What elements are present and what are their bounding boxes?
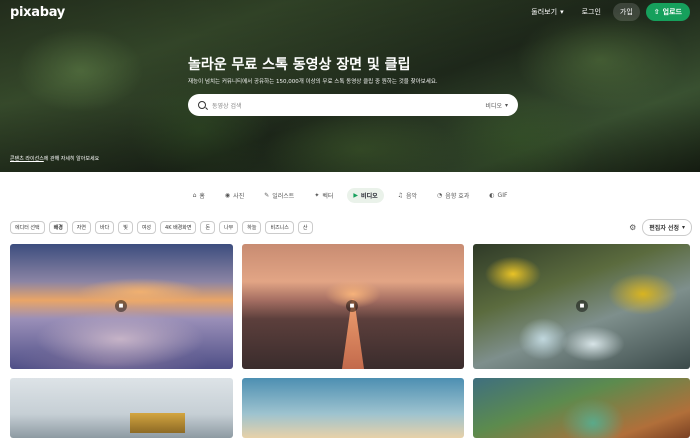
license-text: 에 관해 자세히 알아보세요 xyxy=(43,156,100,162)
filter-chip[interactable]: 바다 xyxy=(95,220,115,234)
tab-sound-effects[interactable]: ◔ 음향 효과 xyxy=(431,188,475,203)
explore-menu[interactable]: 둘러보기 ▾ xyxy=(525,4,569,20)
camera-icon: ◉ xyxy=(224,192,231,199)
video-camera-icon: ■ xyxy=(576,300,588,312)
filter-chip[interactable]: 여성 xyxy=(136,220,157,234)
tab-videos[interactable]: ▶ 비디오 xyxy=(347,188,384,203)
brush-icon: ✎ xyxy=(264,192,270,199)
login-link[interactable]: 로그인 xyxy=(576,4,607,20)
search-icon xyxy=(198,101,206,109)
filter-chip[interactable]: 에디터 선택 xyxy=(10,220,45,234)
hero-subtitle: 재능이 넘치는 커뮤니티에서 공유하는 150,000개 이상의 무료 스톡 동… xyxy=(188,79,438,85)
hero-overlay xyxy=(0,0,700,172)
vector-icon: ✦ xyxy=(314,192,320,199)
video-thumbnail[interactable]: ■ xyxy=(10,244,233,369)
filter-chip[interactable]: 나무 xyxy=(219,220,239,234)
filter-chip[interactable]: 자연 xyxy=(71,220,91,234)
tab-label: 비디오 xyxy=(361,193,378,200)
tab-label: 음악 xyxy=(406,193,418,200)
filter-chip[interactable]: 돈 xyxy=(200,220,216,234)
top-nav-actions: 둘러보기 ▾ 로그인 가입 ⇧ 업로드 xyxy=(525,3,690,21)
tab-home[interactable]: ⌂ 홈 xyxy=(187,188,211,203)
tab-label: 벡터 xyxy=(322,193,334,200)
video-thumbnail[interactable] xyxy=(473,378,690,438)
video-camera-icon: ■ xyxy=(115,300,127,312)
sort-label: 편집자 선정 xyxy=(649,224,679,232)
video-icon: ▶ xyxy=(353,192,359,199)
filter-chip[interactable]: 하늘 xyxy=(242,220,262,234)
filter-chip[interactable]: 빛 xyxy=(118,220,133,234)
chevron-down-icon: ▾ xyxy=(560,8,564,16)
search-input[interactable]: 동영상 검색 xyxy=(212,101,485,110)
sort-dropdown[interactable]: 편집자 선정 ▾ xyxy=(642,218,692,236)
filter-bar: 에디터 선택 배경 자연 바다 빛 여성 4K 배경화면 돈 나무 하늘 비즈니… xyxy=(10,218,692,236)
tab-label: 일러스트 xyxy=(272,193,295,200)
tab-vectors[interactable]: ✦ 벡터 xyxy=(308,188,339,203)
filter-chip[interactable]: 비즈니스 xyxy=(265,220,294,234)
tab-label: 음향 효과 xyxy=(445,193,470,200)
temple-graphic xyxy=(130,413,185,433)
hero-banner: pixabay 둘러보기 ▾ 로그인 가입 ⇧ 업로드 놀라운 무료 스톡 동영… xyxy=(0,0,700,172)
upload-icon: ⇧ xyxy=(653,8,660,16)
search-bar[interactable]: 동영상 검색 비디오 ▾ xyxy=(188,94,518,116)
hero-title: 놀라운 무료 스톡 동영상 장면 및 클립 xyxy=(188,57,411,73)
home-icon: ⌂ xyxy=(192,192,197,199)
tab-music[interactable]: ♫ 음악 xyxy=(392,188,423,203)
search-type-label: 비디오 xyxy=(485,102,502,110)
media-type-tabs: ⌂ 홈 ◉ 사진 ✎ 일러스트 ✦ 벡터 ▶ 비디오 ♫ 음악 ◔ 음향 효과 ◐ GIF xyxy=(0,188,700,203)
explore-label: 둘러보기 xyxy=(531,8,558,16)
video-thumbnail[interactable]: ■ xyxy=(473,244,690,369)
tab-label: GIF xyxy=(497,192,508,199)
upload-button[interactable]: ⇧ 업로드 xyxy=(645,3,690,21)
tab-label: 사진 xyxy=(233,193,245,200)
top-navigation: pixabay 둘러보기 ▾ 로그인 가입 ⇧ 업로드 xyxy=(0,0,700,24)
sound-icon: ◔ xyxy=(437,192,443,199)
video-thumbnail[interactable] xyxy=(242,378,464,438)
gif-icon: ◐ xyxy=(489,192,495,199)
upload-label: 업로드 xyxy=(662,8,682,16)
music-icon: ♫ xyxy=(397,192,403,199)
chevron-down-icon: ▾ xyxy=(681,223,685,231)
join-button[interactable]: 가입 xyxy=(612,3,640,21)
chevron-down-icon: ▾ xyxy=(504,101,508,109)
tab-photos[interactable]: ◉ 사진 xyxy=(219,188,250,203)
settings-icon[interactable]: ⚙ xyxy=(629,223,636,232)
pixabay-logo[interactable]: pixabay xyxy=(10,5,65,20)
filter-chip[interactable]: 배경 xyxy=(48,220,68,234)
tab-gif[interactable]: ◐ GIF xyxy=(483,188,513,203)
video-camera-icon: ■ xyxy=(346,300,358,312)
filter-actions: ⚙ 편집자 선정 ▾ xyxy=(629,218,692,236)
filter-chip[interactable]: 산 xyxy=(297,220,313,234)
license-note: 콘텐츠 라이선스에 관해 자세히 알아보세요 xyxy=(10,155,99,162)
tab-illustrations[interactable]: ✎ 일러스트 xyxy=(258,188,300,203)
license-link[interactable]: 콘텐츠 라이선스 xyxy=(10,156,44,162)
filter-chip[interactable]: 4K 배경화면 xyxy=(160,220,197,234)
video-thumbnail[interactable] xyxy=(10,378,233,438)
search-type-dropdown[interactable]: 비디오 ▾ xyxy=(485,101,508,110)
video-thumbnail[interactable]: ■ xyxy=(242,244,464,369)
tab-label: 홈 xyxy=(199,193,205,200)
